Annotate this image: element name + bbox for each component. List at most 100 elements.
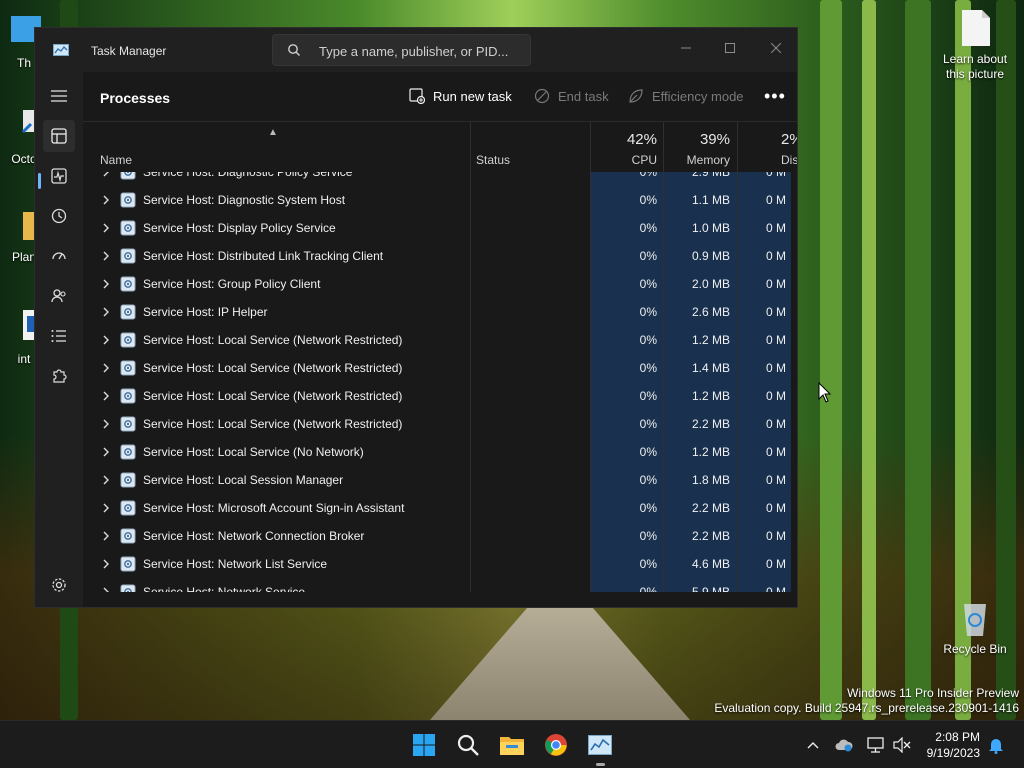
chevron-right-icon[interactable] bbox=[102, 586, 110, 592]
chevron-right-icon[interactable] bbox=[102, 278, 110, 290]
disk-total-percent: 2% bbox=[781, 131, 797, 148]
column-header: ▲ Name Status 42% CPU 39% Memory 2% Disk bbox=[83, 122, 797, 592]
nav-settings[interactable] bbox=[43, 569, 75, 601]
process-disk: 0 M bbox=[766, 445, 787, 459]
nav-startup-apps[interactable] bbox=[43, 240, 75, 272]
chevron-right-icon[interactable] bbox=[102, 558, 110, 570]
speedometer-icon bbox=[52, 252, 66, 260]
chevron-right-icon[interactable] bbox=[102, 222, 110, 234]
close-button[interactable] bbox=[753, 34, 797, 62]
process-row[interactable]: Service Host: Network Service 0% 5.9 MB 0 M bbox=[83, 578, 791, 592]
process-row[interactable]: Service Host: Local Session Manager 0% 1.8… bbox=[83, 466, 791, 494]
start-button[interactable] bbox=[408, 729, 440, 761]
process-memory: 1.4 MB bbox=[691, 361, 730, 375]
volume-tray-icon[interactable] bbox=[892, 735, 912, 755]
process-row[interactable]: Service Host: Local Service (Network Res… bbox=[83, 382, 791, 410]
process-memory: 4.6 MB bbox=[691, 557, 730, 571]
process-row[interactable]: Service Host: Diagnostic System Host 0% 1.… bbox=[83, 186, 791, 214]
chevron-right-icon[interactable] bbox=[102, 194, 110, 206]
chevron-right-icon[interactable] bbox=[102, 446, 110, 458]
process-name: Service Host: Display Policy Service bbox=[143, 221, 336, 235]
processes-icon bbox=[51, 128, 67, 144]
chevron-right-icon[interactable] bbox=[102, 502, 110, 514]
efficiency-mode-button[interactable]: Efficiency mode bbox=[628, 88, 744, 104]
task-manager-taskbar-button[interactable] bbox=[584, 729, 616, 761]
process-row[interactable]: Service Host: Group Policy Client 0% 2.0 M… bbox=[83, 270, 791, 298]
more-options-button[interactable]: ••• bbox=[764, 86, 786, 107]
process-row[interactable]: Service Host: Display Policy Service 0% 1.… bbox=[83, 214, 791, 242]
process-cpu: 0% bbox=[639, 172, 657, 179]
onedrive-tray-icon[interactable] bbox=[834, 735, 854, 755]
process-row[interactable]: Service Host: IP Helper 0% 2.6 MB 0 M bbox=[83, 298, 791, 326]
network-icon bbox=[867, 737, 884, 753]
show-hidden-icons-button[interactable] bbox=[803, 735, 823, 755]
process-row[interactable]: Service Host: Local Service (Network Res… bbox=[83, 326, 791, 354]
task-manager-icon bbox=[588, 735, 612, 755]
desktop-icon-recycle-bin[interactable]: Recycle Bin bbox=[937, 598, 1013, 657]
run-new-task-button[interactable]: Run new task bbox=[409, 88, 512, 104]
process-row[interactable]: Service Host: Microsoft Account Sign-in … bbox=[83, 494, 791, 522]
process-name: Service Host: Local Service (No Network) bbox=[143, 445, 364, 459]
chevron-right-icon[interactable] bbox=[102, 474, 110, 486]
minimize-button[interactable] bbox=[663, 34, 709, 62]
service-host-icon bbox=[120, 584, 136, 592]
process-row[interactable]: Service Host: Local Service (Network Res… bbox=[83, 354, 791, 382]
chevron-right-icon[interactable] bbox=[102, 334, 110, 346]
nav-users[interactable] bbox=[43, 280, 75, 312]
chevron-right-icon[interactable] bbox=[102, 418, 110, 430]
file-explorer-icon bbox=[500, 737, 524, 755]
process-row[interactable]: Service Host: Diagnostic Policy Service 0… bbox=[83, 172, 791, 186]
process-memory: 1.2 MB bbox=[691, 389, 730, 403]
clock-time: 2:08 PM bbox=[935, 730, 980, 744]
column-name[interactable]: Name bbox=[100, 153, 132, 167]
process-row[interactable]: Service Host: Local Service (No Network)… bbox=[83, 438, 791, 466]
chevron-right-icon[interactable] bbox=[102, 390, 110, 402]
process-row[interactable]: Service Host: Local Service (Network Res… bbox=[83, 410, 791, 438]
process-row[interactable]: Service Host: Network Connection Broker 0… bbox=[83, 522, 791, 550]
nav-details[interactable] bbox=[43, 320, 75, 352]
search-input[interactable]: Type a name, publisher, or PID... bbox=[272, 34, 531, 66]
process-disk: 0 M bbox=[766, 473, 787, 487]
service-host-icon bbox=[120, 528, 136, 544]
window-title: Task Manager bbox=[91, 44, 167, 58]
nav-performance[interactable] bbox=[43, 160, 75, 192]
process-cpu: 0% bbox=[639, 221, 657, 235]
service-host-icon bbox=[120, 388, 136, 404]
nav-processes[interactable] bbox=[43, 120, 75, 152]
process-memory: 1.2 MB bbox=[691, 333, 730, 347]
process-name: Service Host: Local Service (Network Res… bbox=[143, 417, 403, 431]
process-name: Service Host: Network Connection Broker bbox=[143, 529, 365, 543]
column-cpu[interactable]: CPU bbox=[632, 153, 657, 167]
chrome-button[interactable] bbox=[540, 729, 572, 761]
notifications-button[interactable] bbox=[986, 735, 1006, 755]
chevron-right-icon[interactable] bbox=[102, 250, 110, 262]
nav-app-history[interactable] bbox=[43, 200, 75, 232]
hamburger-menu-button[interactable] bbox=[43, 80, 75, 112]
taskbar-search-button[interactable] bbox=[452, 729, 484, 761]
chevron-right-icon[interactable] bbox=[102, 306, 110, 318]
clock[interactable]: 2:08 PM 9/19/2023 bbox=[927, 729, 980, 761]
title-bar[interactable]: Task Manager Type a name, publisher, or … bbox=[35, 28, 797, 72]
chevron-right-icon[interactable] bbox=[102, 172, 110, 178]
file-explorer-button[interactable] bbox=[496, 729, 528, 761]
column-disk[interactable]: Disk bbox=[781, 153, 797, 167]
end-task-button[interactable]: End task bbox=[534, 88, 609, 104]
column-memory[interactable]: Memory bbox=[687, 153, 730, 167]
service-host-icon bbox=[120, 172, 136, 180]
process-memory: 1.0 MB bbox=[691, 221, 730, 235]
chevron-right-icon[interactable] bbox=[102, 530, 110, 542]
nav-services[interactable] bbox=[43, 360, 75, 392]
service-host-icon bbox=[120, 360, 136, 376]
chevron-up-icon bbox=[807, 742, 819, 749]
network-tray-icon[interactable] bbox=[866, 735, 886, 755]
column-status[interactable]: Status bbox=[476, 153, 510, 167]
process-row[interactable]: Service Host: Distributed Link Tracking … bbox=[83, 242, 791, 270]
process-memory: 1.2 MB bbox=[691, 445, 730, 459]
maximize-button[interactable] bbox=[707, 34, 753, 62]
desktop-icon-learn-about-picture[interactable]: Learn about this picture bbox=[937, 8, 1013, 82]
process-cpu: 0% bbox=[639, 473, 657, 487]
chevron-right-icon[interactable] bbox=[102, 362, 110, 374]
process-name: Service Host: Diagnostic Policy Service bbox=[143, 172, 353, 179]
gear-icon bbox=[52, 578, 66, 592]
process-row[interactable]: Service Host: Network List Service 0% 4.6 … bbox=[83, 550, 791, 578]
